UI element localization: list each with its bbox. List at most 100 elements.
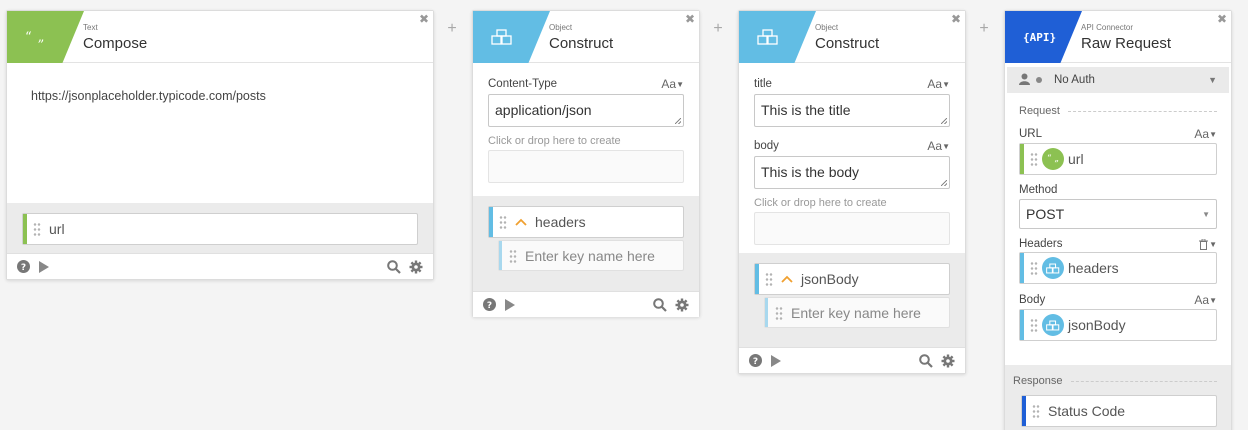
- card-type: API Connector: [1081, 23, 1134, 32]
- compose-card: “ „ Text Compose ✖ https://jsonplacehold…: [6, 10, 434, 280]
- play-icon[interactable]: [504, 298, 516, 311]
- play-icon[interactable]: [38, 260, 50, 273]
- blocks-icon: [757, 29, 778, 45]
- drag-handle-icon[interactable]: [775, 305, 783, 320]
- help-icon[interactable]: ?: [17, 260, 30, 273]
- url-input[interactable]: “ „ url: [1019, 143, 1217, 175]
- add-step-plus-1[interactable]: +: [444, 20, 460, 38]
- card-header: Object Construct ✖: [739, 11, 965, 63]
- close-icon[interactable]: ✖: [419, 13, 429, 25]
- drag-handle-icon[interactable]: [765, 272, 773, 286]
- card-header: Object Construct ✖: [473, 11, 699, 63]
- body-input[interactable]: jsonBody: [1019, 309, 1217, 341]
- search-icon[interactable]: [653, 297, 667, 312]
- text-type-dropdown[interactable]: Aa▼: [927, 139, 950, 153]
- key-name-input[interactable]: Enter key name here: [498, 240, 684, 271]
- output-status-code[interactable]: Status Code: [1021, 395, 1217, 427]
- method-select[interactable]: POST ▼: [1019, 199, 1217, 229]
- card-type: Object: [815, 23, 839, 32]
- drag-handle-icon[interactable]: [1032, 404, 1040, 418]
- output-label: headers: [535, 214, 586, 230]
- drag-handle-icon[interactable]: [1030, 152, 1038, 166]
- close-icon[interactable]: ✖: [685, 13, 695, 25]
- drop-zone[interactable]: [754, 212, 950, 245]
- quote-icon: “ „: [25, 29, 46, 45]
- card-title: Construct: [549, 35, 614, 52]
- card-header: {API} API Connector Raw Request ✖: [1005, 11, 1231, 63]
- svg-text:?: ?: [21, 263, 26, 273]
- close-icon[interactable]: ✖: [951, 13, 961, 25]
- drag-handle-icon[interactable]: [1030, 318, 1038, 332]
- drop-hint: Click or drop here to create: [488, 135, 621, 147]
- content-type-input[interactable]: application/json: [488, 94, 684, 127]
- raw-request-card: {API} API Connector Raw Request ✖ No Aut…: [1004, 10, 1232, 430]
- body-label: Body: [1019, 294, 1046, 306]
- drag-handle-icon[interactable]: [1030, 261, 1038, 275]
- drag-handle-icon[interactable]: [33, 222, 41, 236]
- auth-selector[interactable]: No Auth ▼: [1007, 67, 1229, 93]
- url-value: url: [1068, 151, 1084, 167]
- title-input[interactable]: This is the title: [754, 94, 950, 127]
- sub-bar: [765, 298, 768, 327]
- search-icon[interactable]: [387, 259, 401, 274]
- drop-hint: Click or drop here to create: [754, 197, 887, 209]
- output-area: jsonBody Enter key name here: [739, 253, 965, 347]
- play-icon[interactable]: [770, 354, 782, 367]
- chevron-down-icon[interactable]: ▼: [1208, 75, 1217, 85]
- output-headers[interactable]: headers: [488, 206, 684, 238]
- card-type: Text: [83, 23, 98, 32]
- user-icon: [1019, 73, 1030, 88]
- gear-icon[interactable]: [675, 298, 689, 312]
- sub-bar: [499, 241, 502, 270]
- text-type-dropdown[interactable]: Aa▼: [661, 77, 684, 91]
- key-name-input[interactable]: Enter key name here: [764, 297, 950, 328]
- output-bar: [755, 264, 759, 294]
- key-placeholder: Enter key name here: [791, 304, 921, 321]
- svg-text:?: ?: [487, 301, 492, 311]
- blocks-icon: [491, 29, 512, 45]
- compose-text-area[interactable]: https://jsonplaceholder.typicode.com/pos…: [7, 63, 433, 203]
- help-icon[interactable]: ?: [749, 354, 762, 367]
- output-area: headers Enter key name here: [473, 196, 699, 291]
- object-badge: [473, 11, 550, 63]
- output-jsonbody[interactable]: jsonBody: [754, 263, 950, 295]
- compose-text: https://jsonplaceholder.typicode.com/pos…: [31, 89, 266, 103]
- field-label-body: body: [754, 140, 779, 152]
- svg-text:?: ?: [753, 357, 758, 367]
- output-bar: [489, 207, 493, 237]
- body-bar: [1020, 310, 1024, 340]
- text-type-dropdown[interactable]: Aa▼: [927, 77, 950, 91]
- drop-zone[interactable]: [488, 150, 684, 183]
- search-icon[interactable]: [919, 353, 933, 368]
- card-title: Raw Request: [1081, 35, 1172, 52]
- text-type-dropdown[interactable]: Aa▼: [1194, 127, 1217, 141]
- help-icon[interactable]: ?: [483, 298, 496, 311]
- add-step-plus-3[interactable]: +: [976, 20, 992, 38]
- body-value: jsonBody: [1068, 317, 1126, 333]
- output-url[interactable]: url: [22, 213, 418, 245]
- drag-handle-icon[interactable]: [509, 248, 517, 263]
- field-label: Content-Type: [488, 78, 558, 90]
- trash-dropdown-icon[interactable]: ▼: [1199, 238, 1217, 250]
- gear-icon[interactable]: [409, 260, 423, 274]
- construct-headers-card: Object Construct ✖ Content-Type Aa▼ appl…: [472, 10, 700, 317]
- headers-label: Headers: [1019, 238, 1063, 250]
- headers-input[interactable]: headers: [1019, 252, 1217, 284]
- headers-bar: [1020, 253, 1024, 283]
- blocks-icon: [1042, 257, 1064, 279]
- add-step-plus-2[interactable]: +: [710, 20, 726, 38]
- chevron-up-icon[interactable]: [781, 275, 793, 283]
- request-section: Request URL Aa▼ “ „ url Method POST ▼ He…: [1005, 93, 1231, 349]
- gear-icon[interactable]: [941, 354, 955, 368]
- chevron-up-icon[interactable]: [515, 218, 527, 226]
- drag-handle-icon[interactable]: [499, 215, 507, 229]
- api-icon: {API}: [1023, 30, 1057, 44]
- request-section-title: Request: [1019, 105, 1217, 117]
- response-section-title: Response: [1013, 375, 1217, 387]
- blocks-icon: [1042, 314, 1064, 336]
- object-badge: [739, 11, 816, 63]
- headers-value: headers: [1068, 260, 1119, 276]
- text-type-dropdown[interactable]: Aa▼: [1194, 293, 1217, 307]
- body-input[interactable]: This is the body: [754, 156, 950, 189]
- close-icon[interactable]: ✖: [1217, 13, 1227, 25]
